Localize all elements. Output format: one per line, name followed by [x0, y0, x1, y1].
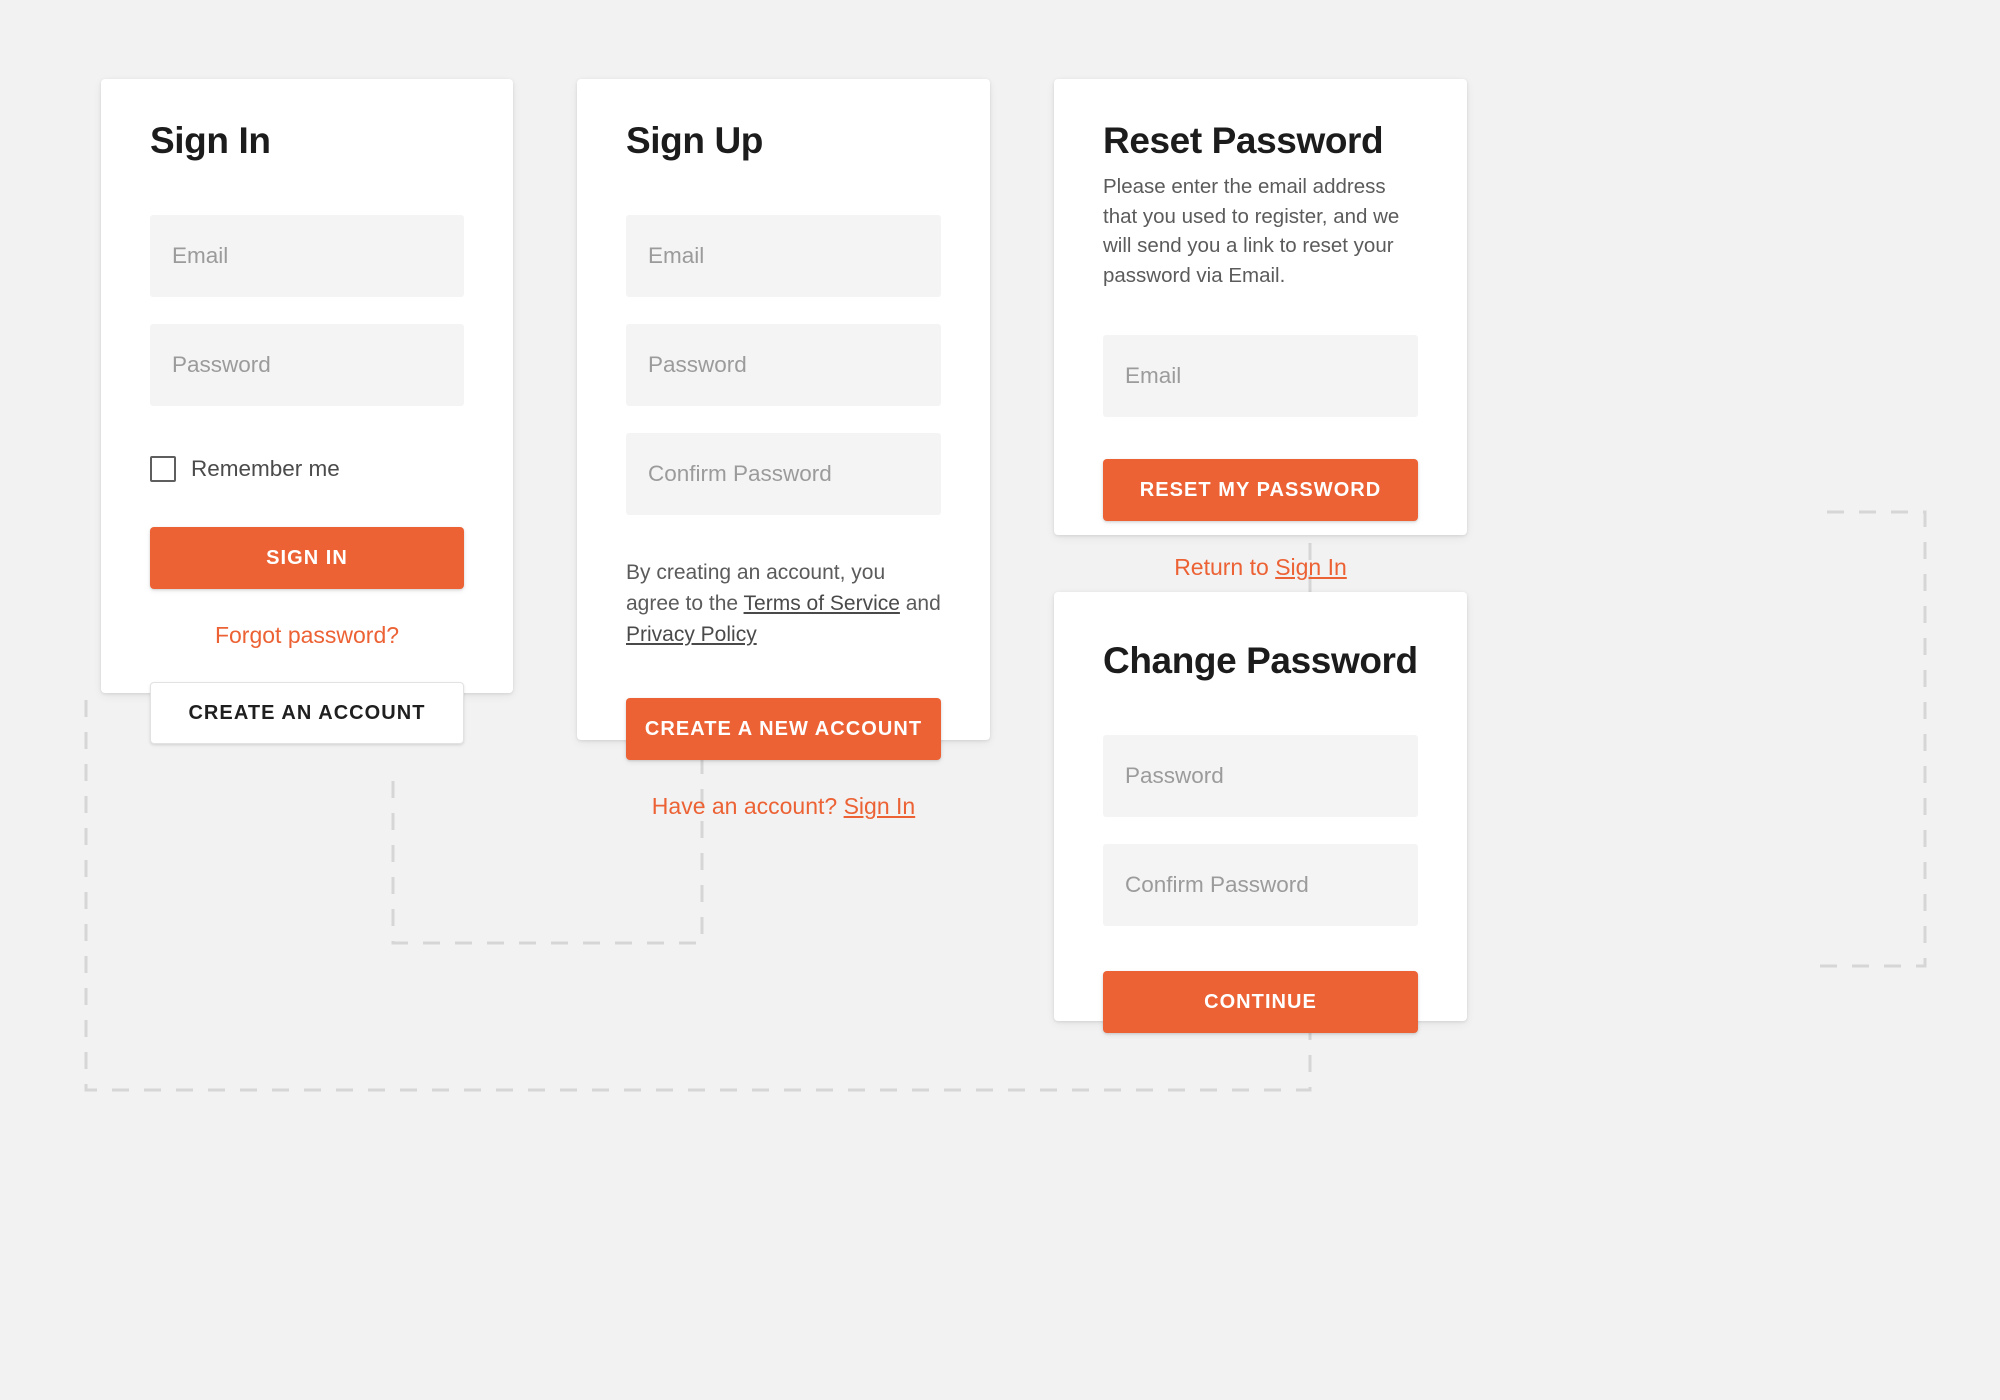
create-an-account-button[interactable]: CREATE AN ACCOUNT [150, 682, 464, 744]
reset-password-card: Reset Password Please enter the email ad… [1054, 79, 1467, 580]
remember-me-checkbox-row[interactable]: Remember me [150, 456, 340, 482]
checkbox-icon[interactable] [150, 456, 176, 482]
sign-in-link[interactable]: Sign In [844, 793, 916, 819]
forgot-password-link[interactable]: Forgot password? [150, 622, 464, 649]
sign-up-email-input[interactable] [626, 215, 941, 297]
terms-agreement-text: By creating an account, you agree to the… [626, 558, 941, 651]
continue-button[interactable]: CONTINUE [1103, 971, 1418, 1033]
sign-in-email-input[interactable] [150, 215, 464, 297]
change-password-input[interactable] [1103, 735, 1418, 817]
sign-up-card: Sign Up By creating an account, you agre… [577, 79, 990, 819]
terms-middle-text: and [899, 591, 941, 615]
change-password-card: Change Password CONTINUE [1054, 592, 1467, 1033]
have-an-account-row: Have an account? Sign In [626, 793, 941, 820]
sign-in-title: Sign In [150, 120, 271, 161]
sign-up-title: Sign Up [626, 120, 763, 161]
sign-in-password-input[interactable] [150, 324, 464, 406]
reset-email-input[interactable] [1103, 334, 1418, 417]
sign-in-card: Sign In Remember me SIGN IN Forgot passw… [101, 79, 513, 744]
create-a-new-account-button[interactable]: CREATE A NEW ACCOUNT [626, 697, 941, 760]
change-password-title: Change Password [1103, 640, 1418, 681]
sign-up-password-input[interactable] [626, 324, 941, 406]
sign-up-confirm-password-input[interactable] [626, 433, 941, 515]
return-sign-in-link[interactable]: Sign In [1275, 554, 1347, 580]
have-an-account-text: Have an account? [651, 792, 844, 819]
connector-reset-to-change [1820, 510, 1927, 968]
return-to-sign-in-row: Return to Sign In [1103, 554, 1418, 581]
reset-password-description: Please enter the email address that you … [1103, 175, 1400, 288]
return-to-text: Return to [1174, 553, 1276, 580]
reset-password-title: Reset Password [1103, 120, 1384, 161]
remember-me-label: Remember me [191, 456, 340, 481]
privacy-policy-link[interactable]: Privacy Policy [626, 623, 757, 646]
terms-of-service-link[interactable]: Terms of Service [744, 592, 900, 615]
reset-my-password-button[interactable]: RESET MY PASSWORD [1103, 458, 1418, 521]
sign-in-button[interactable]: SIGN IN [150, 527, 464, 589]
auth-flow-canvas: Sign In Remember me SIGN IN Forgot passw… [0, 0, 2000, 1400]
change-confirm-password-input[interactable] [1103, 844, 1418, 926]
